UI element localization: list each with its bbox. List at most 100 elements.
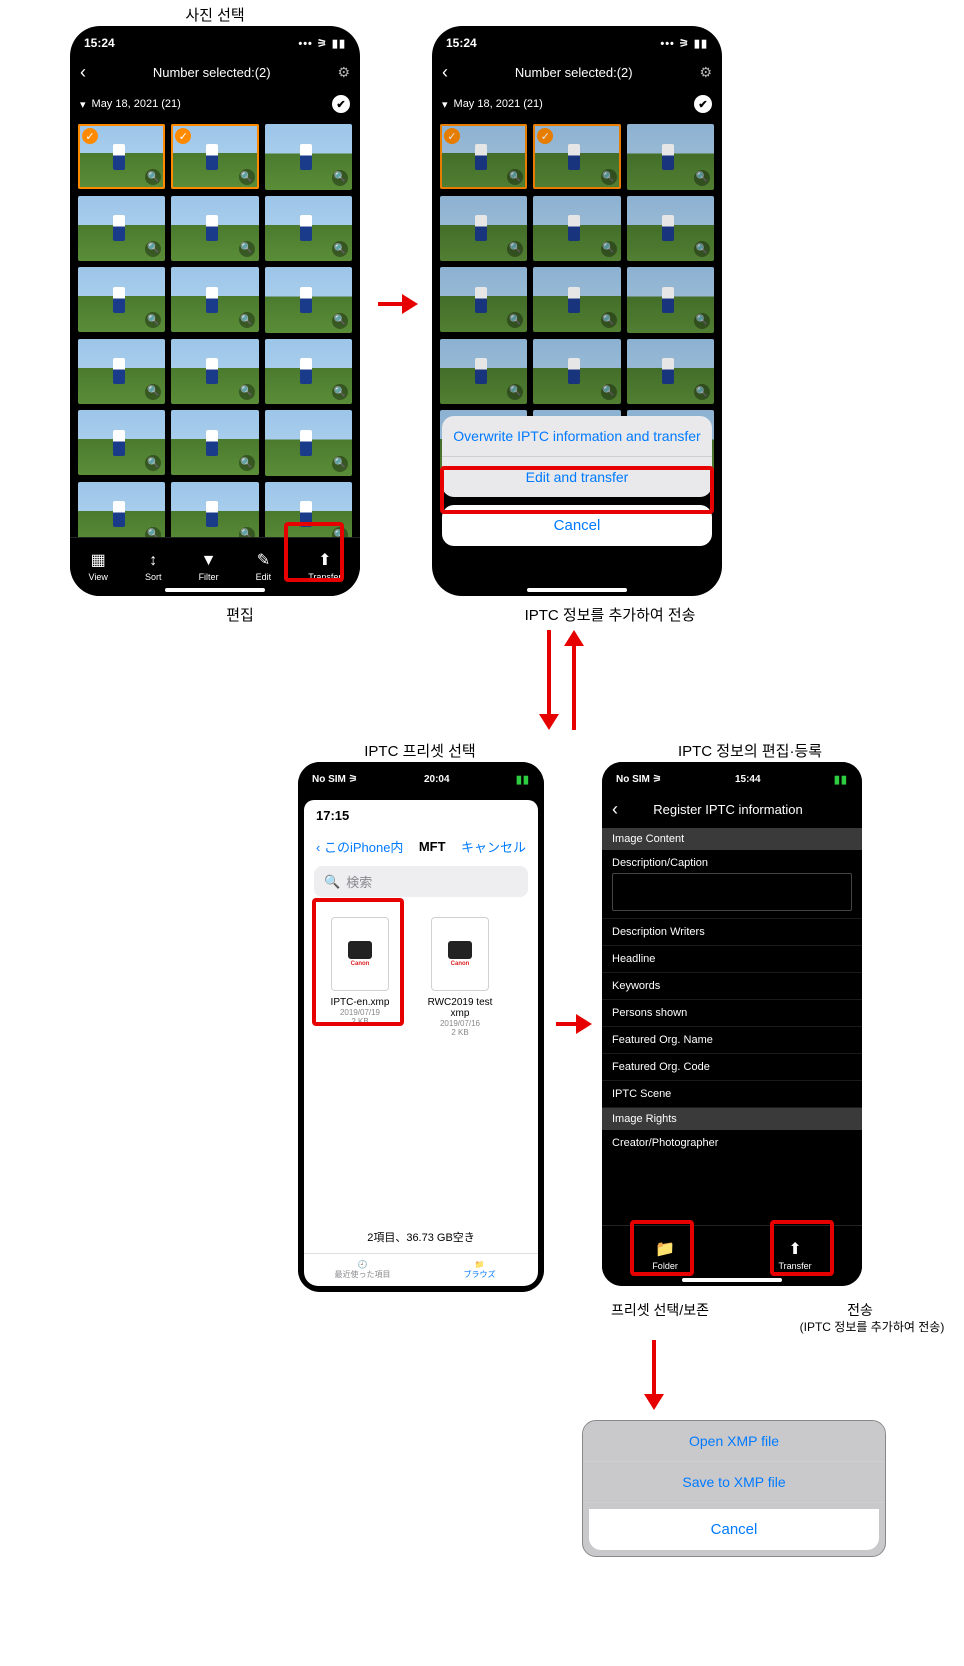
magnify-icon[interactable]: 🔍 bbox=[332, 456, 348, 472]
magnify-icon[interactable]: 🔍 bbox=[601, 312, 617, 328]
photo-thumb[interactable]: 🔍 bbox=[171, 339, 258, 404]
magnify-icon[interactable]: 🔍 bbox=[332, 313, 348, 329]
search-input[interactable]: 🔍 検索 bbox=[314, 866, 528, 897]
arrow-right-icon bbox=[378, 300, 418, 308]
date-group-bar[interactable]: ▾May 18, 2021 (21) ✔ bbox=[70, 90, 360, 118]
photo-thumb[interactable]: ✓🔍 bbox=[440, 124, 527, 189]
select-all-icon[interactable]: ✔ bbox=[332, 95, 350, 113]
photo-thumb[interactable]: 🔍 bbox=[265, 410, 352, 476]
sheet-edit-and-transfer[interactable]: Edit and transfer bbox=[442, 457, 712, 497]
photo-thumb[interactable]: 🔍 bbox=[171, 410, 258, 475]
select-all-icon[interactable]: ✔ bbox=[694, 95, 712, 113]
magnify-icon[interactable]: 🔍 bbox=[507, 384, 523, 400]
field-keywords[interactable]: Keywords bbox=[602, 973, 862, 1000]
field-scene[interactable]: IPTC Scene bbox=[602, 1081, 862, 1108]
description-textarea[interactable] bbox=[612, 873, 852, 911]
field-orgcode[interactable]: Featured Org. Code bbox=[602, 1054, 862, 1081]
magnify-icon[interactable]: 🔍 bbox=[694, 384, 710, 400]
date-group-bar[interactable]: ▾May 18, 2021 (21) ✔ bbox=[432, 90, 722, 118]
magnify-icon[interactable]: 🔍 bbox=[239, 241, 255, 257]
magnify-icon[interactable]: 🔍 bbox=[145, 455, 161, 471]
photo-thumb[interactable]: 🔍 bbox=[440, 267, 527, 332]
photo-thumb[interactable]: 🔍 bbox=[78, 196, 165, 261]
toolbar-transfer[interactable]: ⬆Transfer bbox=[308, 553, 341, 582]
gear-icon[interactable]: ⚙ bbox=[337, 64, 350, 81]
magnify-icon[interactable]: 🔍 bbox=[332, 384, 348, 400]
toolbar-filter[interactable]: ▼Filter bbox=[199, 553, 219, 582]
photo-thumb[interactable]: 🔍 bbox=[440, 196, 527, 261]
magnify-icon[interactable]: 🔍 bbox=[145, 312, 161, 328]
magnify-icon[interactable]: 🔍 bbox=[507, 241, 523, 257]
picker-back[interactable]: ‹ このiPhone内 bbox=[316, 837, 403, 856]
photo-thumb[interactable]: 🔍 bbox=[627, 196, 714, 262]
magnify-icon[interactable]: 🔍 bbox=[239, 312, 255, 328]
photo-thumb[interactable]: 🔍 bbox=[533, 339, 620, 404]
photo-thumb[interactable]: 🔍 bbox=[78, 339, 165, 404]
toolbar-transfer[interactable]: ⬆Transfer bbox=[778, 1242, 811, 1271]
tab-recent[interactable]: 🕘最近使った項目 bbox=[304, 1254, 421, 1286]
sheet-overwrite-iptc[interactable]: Overwrite IPTC information and transfer bbox=[442, 416, 712, 457]
upload-icon: ⬆ bbox=[788, 1242, 801, 1258]
toolbar-folder[interactable]: 📁Folder bbox=[652, 1242, 678, 1271]
file-item[interactable]: Canon RWC2019 test xmp 2019/07/16 2 KB bbox=[420, 917, 500, 1037]
field-persons[interactable]: Persons shown bbox=[602, 1000, 862, 1027]
photo-thumb[interactable]: ✓🔍 bbox=[78, 124, 165, 189]
magnify-icon[interactable]: 🔍 bbox=[145, 241, 161, 257]
photo-thumb[interactable]: 🔍 bbox=[265, 124, 352, 190]
label-transfer: 전송 bbox=[820, 1300, 900, 1320]
photo-thumb[interactable]: ✓🔍 bbox=[171, 124, 258, 189]
sheet-save-xmp[interactable]: Save to XMP file bbox=[583, 1462, 885, 1503]
file-item[interactable]: Canon IPTC-en.xmp 2019/07/19 2 KB bbox=[320, 917, 400, 1037]
photo-thumb[interactable]: 🔍 bbox=[78, 410, 165, 475]
sheet-cancel[interactable]: Cancel bbox=[442, 505, 712, 546]
magnify-icon[interactable]: 🔍 bbox=[601, 384, 617, 400]
folder-icon: 📁 bbox=[475, 1260, 485, 1269]
photo-thumb[interactable]: 🔍 bbox=[627, 267, 714, 333]
photo-thumb[interactable]: 🔍 bbox=[171, 196, 258, 261]
toolbar-view[interactable]: ▦View bbox=[89, 553, 108, 582]
toolbar-sort[interactable]: ↕Sort bbox=[145, 553, 162, 582]
photo-thumb[interactable]: 🔍 bbox=[265, 339, 352, 405]
upload-icon: ⬆ bbox=[318, 553, 331, 569]
gear-icon[interactable]: ⚙ bbox=[699, 64, 712, 81]
photo-thumb[interactable]: 🔍 bbox=[440, 339, 527, 404]
magnify-icon[interactable]: 🔍 bbox=[694, 170, 710, 186]
field-headline[interactable]: Headline bbox=[602, 946, 862, 973]
photo-thumb[interactable]: 🔍 bbox=[627, 339, 714, 405]
magnify-icon[interactable]: 🔍 bbox=[332, 170, 348, 186]
magnify-icon[interactable]: 🔍 bbox=[332, 241, 348, 257]
magnify-icon[interactable]: 🔍 bbox=[601, 169, 617, 185]
photo-thumb[interactable]: 🔍 bbox=[627, 124, 714, 190]
picker-cancel[interactable]: キャンセル bbox=[461, 837, 526, 856]
magnify-icon[interactable]: 🔍 bbox=[239, 384, 255, 400]
section-image-rights: Image Rights bbox=[602, 1108, 862, 1130]
magnify-icon[interactable]: 🔍 bbox=[239, 169, 255, 185]
field-description[interactable]: Description/Caption bbox=[602, 850, 862, 919]
magnify-icon[interactable]: 🔍 bbox=[507, 312, 523, 328]
sheet-cancel[interactable]: Cancel bbox=[589, 1509, 879, 1550]
photo-thumb[interactable]: ✓🔍 bbox=[533, 124, 620, 189]
photo-thumb[interactable]: 🔍 bbox=[171, 267, 258, 332]
field-writers[interactable]: Description Writers bbox=[602, 919, 862, 946]
field-creator[interactable]: Creator/Photographer bbox=[602, 1130, 862, 1156]
sheet-open-xmp[interactable]: Open XMP file bbox=[583, 1421, 885, 1462]
magnify-icon[interactable]: 🔍 bbox=[694, 313, 710, 329]
magnify-icon[interactable]: 🔍 bbox=[601, 241, 617, 257]
file-icon: Canon bbox=[431, 917, 489, 991]
grid-icon: ▦ bbox=[91, 553, 106, 569]
magnify-icon[interactable]: 🔍 bbox=[239, 455, 255, 471]
photo-thumb[interactable]: 🔍 bbox=[533, 267, 620, 332]
photo-thumb[interactable]: 🔍 bbox=[533, 196, 620, 261]
magnify-icon[interactable]: 🔍 bbox=[694, 241, 710, 257]
photo-thumb[interactable]: 🔍 bbox=[265, 196, 352, 262]
magnify-icon[interactable]: 🔍 bbox=[145, 169, 161, 185]
field-orgname[interactable]: Featured Org. Name bbox=[602, 1027, 862, 1054]
toolbar-edit[interactable]: ✎Edit bbox=[256, 553, 272, 582]
section-image-content: Image Content bbox=[602, 828, 862, 850]
magnify-icon[interactable]: 🔍 bbox=[507, 169, 523, 185]
tab-browse[interactable]: 📁ブラウズ bbox=[421, 1254, 538, 1286]
file-date: 2019/07/19 bbox=[340, 1008, 380, 1017]
photo-thumb[interactable]: 🔍 bbox=[265, 267, 352, 333]
magnify-icon[interactable]: 🔍 bbox=[145, 384, 161, 400]
photo-thumb[interactable]: 🔍 bbox=[78, 267, 165, 332]
